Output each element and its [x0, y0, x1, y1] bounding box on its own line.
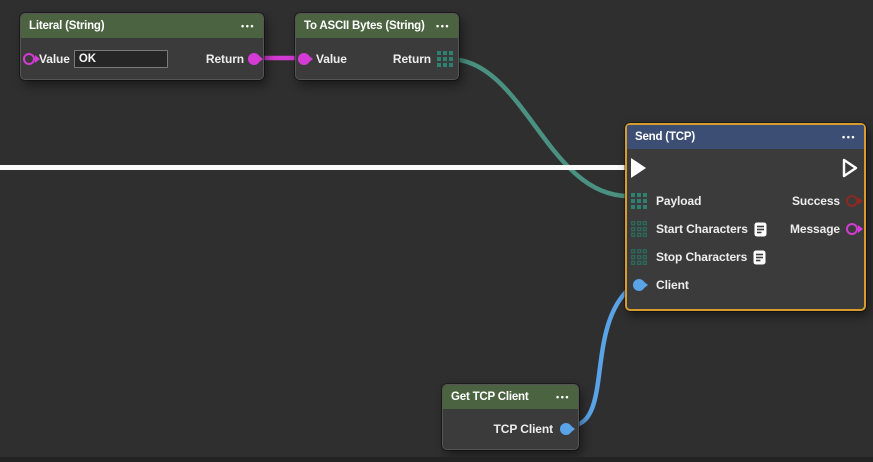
- string-output-port[interactable]: [248, 53, 260, 65]
- success-output-port[interactable]: [846, 195, 858, 207]
- client-label: Client: [656, 278, 689, 292]
- stop-characters-row: Stop Characters: [631, 243, 858, 271]
- node-title: To ASCII Bytes (String): [304, 20, 432, 32]
- node-body: Value Return: [296, 38, 458, 79]
- bytes-output-port-grid-icon[interactable]: [437, 51, 453, 67]
- tcp-client-label: TCP Client: [494, 422, 553, 436]
- node-send-tcp[interactable]: Send (TCP) ••• Payload: [625, 123, 866, 311]
- payload-row: Payload Success: [631, 187, 858, 215]
- start-characters-label: Start Characters: [656, 222, 748, 236]
- value-label: Value: [316, 52, 347, 66]
- node-header[interactable]: Literal (String) •••: [21, 14, 263, 38]
- node-body: Value Return: [21, 38, 263, 79]
- bytes-input-port-grid-icon[interactable]: [631, 249, 647, 265]
- document-icon[interactable]: [753, 250, 766, 265]
- node-literal-string[interactable]: Literal (String) ••• Value Return: [20, 13, 264, 80]
- message-label: Message: [790, 222, 840, 236]
- tcp-client-output-port[interactable]: [560, 423, 572, 435]
- return-label: Return: [393, 52, 431, 66]
- message-output-port[interactable]: [846, 223, 858, 235]
- bytes-input-port-grid-icon[interactable]: [631, 193, 647, 209]
- exec-input-port-icon[interactable]: [631, 158, 646, 178]
- node-header[interactable]: Send (TCP) •••: [627, 125, 864, 149]
- ellipsis-menu-icon[interactable]: •••: [842, 133, 856, 142]
- exec-row: [631, 149, 858, 187]
- node-title: Get TCP Client: [451, 391, 552, 403]
- client-row: Client: [631, 271, 858, 299]
- document-icon[interactable]: [754, 222, 767, 237]
- node-get-tcp-client[interactable]: Get TCP Client ••• TCP Client: [442, 384, 579, 450]
- payload-label: Payload: [656, 194, 701, 208]
- node-header[interactable]: To ASCII Bytes (String) •••: [296, 14, 458, 38]
- node-body: TCP Client: [443, 409, 578, 449]
- stop-characters-label: Stop Characters: [656, 250, 747, 264]
- node-title: Send (TCP): [635, 131, 838, 143]
- node-body: Payload Success Start Characters: [627, 149, 864, 309]
- ellipsis-menu-icon[interactable]: •••: [436, 22, 450, 31]
- start-characters-row: Start Characters Message: [631, 215, 858, 243]
- client-input-port[interactable]: [633, 279, 645, 291]
- node-title: Literal (String): [29, 20, 237, 32]
- node-to-ascii-bytes[interactable]: To ASCII Bytes (String) ••• Value Return: [295, 13, 459, 80]
- ellipsis-menu-icon[interactable]: •••: [556, 393, 570, 402]
- string-input-port[interactable]: [23, 53, 35, 65]
- string-input-port[interactable]: [298, 53, 310, 65]
- return-label: Return: [206, 52, 244, 66]
- ellipsis-menu-icon[interactable]: •••: [241, 22, 255, 31]
- success-label: Success: [792, 194, 840, 208]
- wire-bytes-to-payload[interactable]: [449, 59, 628, 196]
- node-canvas[interactable]: Literal (String) ••• Value Return To ASC…: [0, 0, 873, 462]
- node-header[interactable]: Get TCP Client •••: [443, 385, 578, 409]
- bytes-input-port-grid-icon[interactable]: [631, 221, 647, 237]
- canvas-bottom-edge: [0, 457, 873, 462]
- value-input[interactable]: [74, 50, 168, 68]
- exec-output-port-icon[interactable]: [842, 158, 858, 178]
- value-label: Value: [39, 52, 70, 66]
